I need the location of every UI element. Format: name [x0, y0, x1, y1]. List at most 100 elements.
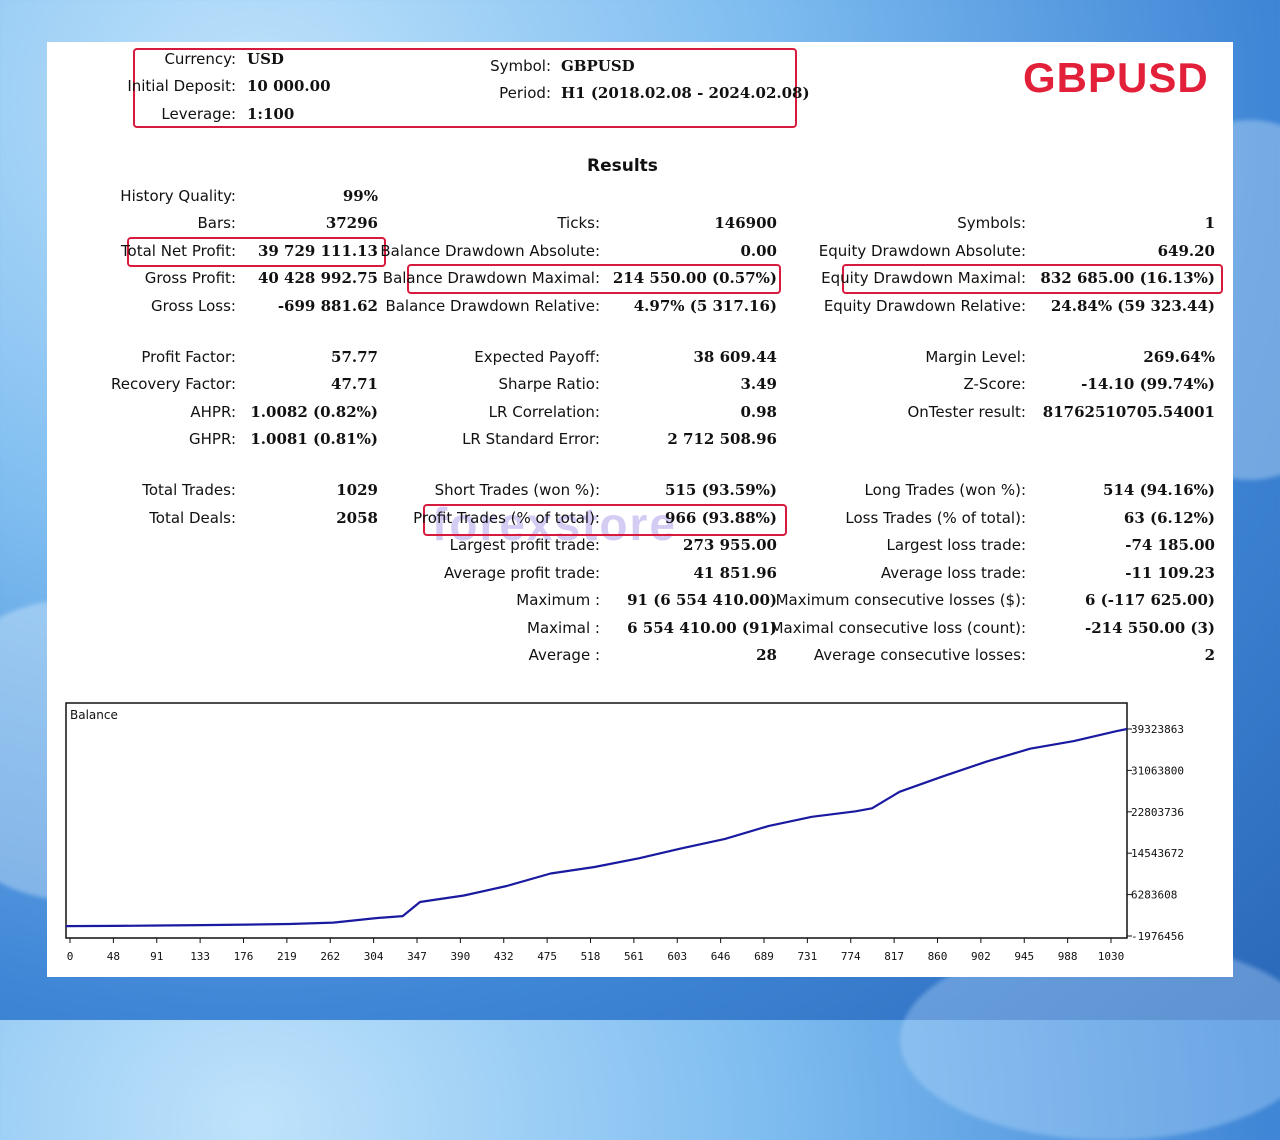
col3-label-2: Equity Drawdown Maximal: — [821, 269, 1026, 287]
y-tick-label-2: 22803736 — [1131, 806, 1184, 819]
x-tick-label-8: 347 — [407, 950, 427, 963]
x-tick-label-20: 860 — [928, 950, 948, 963]
y-tick-label-0: 39323863 — [1131, 723, 1184, 736]
x-tick-label-22: 945 — [1014, 950, 1034, 963]
chart-title: Balance — [70, 708, 118, 722]
x-tick-label-16: 689 — [754, 950, 774, 963]
col1-value-3: 40 428 992.75 — [257, 269, 378, 287]
col1-value-8: 1.0081 (0.81%) — [250, 430, 378, 448]
col1-label-5: Profit Factor: — [141, 348, 236, 366]
col3-label-12: Maximal consecutive loss (count): — [770, 619, 1026, 637]
col2-value-11: 41 851.96 — [693, 564, 777, 582]
period-value: H1 (2018.02.08 - 2024.02.08) — [561, 84, 810, 102]
col2-label-13: Maximal : — [527, 619, 600, 637]
col2-value-7: 2 712 508.96 — [667, 430, 777, 448]
col1-label-9: Total Trades: — [142, 481, 236, 499]
col3-label-0: Symbols: — [957, 214, 1026, 232]
col2-label-1: Balance Drawdown Absolute: — [380, 242, 600, 260]
col3-value-9: -74 185.00 — [1125, 536, 1215, 554]
col2-value-10: 273 955.00 — [683, 536, 777, 554]
currency-label: Currency: — [164, 50, 236, 68]
symbol-label: Symbol: — [490, 57, 551, 75]
x-tick-label-15: 646 — [711, 950, 731, 963]
balance-chart: Balance 39323863 31063800 22803736 14543672 6… — [65, 702, 1184, 963]
col1-label-10: Total Deals: — [149, 509, 236, 527]
x-tick-label-0: 0 — [67, 950, 74, 963]
col2-label-7: LR Standard Error: — [462, 430, 600, 448]
col3-value-6: 81762510705.54001 — [1042, 403, 1215, 421]
x-tick-label-19: 817 — [884, 950, 904, 963]
col1-value-6: 47.71 — [331, 375, 378, 393]
x-tick-label-17: 731 — [797, 950, 817, 963]
col2-label-4: Expected Payoff: — [474, 348, 600, 366]
col2-label-14: Average : — [528, 646, 600, 664]
x-tick-label-12: 518 — [581, 950, 601, 963]
col2-value-2: 214 550.00 (0.57%) — [612, 269, 777, 287]
report-panel: Currency: USD Initial Deposit: 10 000.00… — [47, 42, 1233, 977]
x-tick-label-23: 988 — [1058, 950, 1078, 963]
col3-label-7: Long Trades (won %): — [864, 481, 1026, 499]
col3-value-2: 832 685.00 (16.13%) — [1040, 269, 1215, 287]
col1-value-9: 1029 — [336, 481, 378, 499]
y-tick-label-5: -1976456 — [1131, 930, 1184, 943]
col3-label-3: Equity Drawdown Relative: — [823, 297, 1026, 315]
col2-value-4: 38 609.44 — [693, 348, 777, 366]
col3-label-8: Loss Trades (% of total): — [845, 509, 1026, 527]
col1-value-2: 39 729 111.13 — [257, 242, 378, 260]
col2-value-13: 6 554 410.00 (91) — [627, 619, 777, 637]
x-tick-label-5: 219 — [277, 950, 297, 963]
x-tick-label-1: 48 — [107, 950, 120, 963]
col2-label-10: Largest profit trade: — [449, 536, 600, 554]
col3-value-1: 649.20 — [1157, 242, 1215, 260]
col3-value-4: 269.64% — [1143, 348, 1215, 366]
col3-value-10: -11 109.23 — [1125, 564, 1215, 582]
col2-value-8: 515 (93.59%) — [665, 481, 777, 499]
col3-label-1: Equity Drawdown Absolute: — [818, 242, 1026, 260]
period-label: Period: — [499, 84, 551, 102]
col2-value-0: 146900 — [714, 214, 777, 232]
col3-value-13: 2 — [1204, 646, 1215, 664]
col2-label-8: Short Trades (won %): — [434, 481, 600, 499]
x-tick-label-21: 902 — [971, 950, 991, 963]
x-tick-label-11: 475 — [537, 950, 557, 963]
col3-value-3: 24.84% (59 323.44) — [1050, 297, 1215, 315]
y-tick-label-1: 31063800 — [1131, 764, 1184, 777]
col2-label-0: Ticks: — [557, 214, 600, 232]
leverage-value: 1:100 — [247, 105, 295, 123]
col2-label-3: Balance Drawdown Relative: — [385, 297, 600, 315]
col3-label-5: Z-Score: — [963, 375, 1027, 393]
col2-value-3: 4.97% (5 317.16) — [633, 297, 777, 315]
col1-value-5: 57.77 — [331, 348, 378, 366]
col2-value-14: 28 — [756, 646, 777, 664]
col2-label-5: Sharpe Ratio: — [498, 375, 600, 393]
y-tick-label-4: 6283608 — [1131, 889, 1177, 902]
col2-label-9: Profit Trades (% of total): — [413, 509, 600, 527]
x-tick-label-4: 176 — [234, 950, 254, 963]
x-tick-label-24: 1030 — [1098, 950, 1125, 963]
x-tick-label-6: 262 — [320, 950, 340, 963]
col3-value-11: 6 (-117 625.00) — [1084, 591, 1215, 609]
x-tick-label-2: 91 — [150, 950, 163, 963]
col2-value-5: 3.49 — [740, 375, 777, 393]
col2-value-6: 0.98 — [740, 403, 777, 421]
leverage-label: Leverage: — [161, 105, 236, 123]
symbol-title: GBPUSD — [1023, 54, 1209, 101]
col2-value-9: 966 (93.88%) — [665, 509, 777, 527]
col1-label-7: AHPR: — [190, 403, 236, 421]
col2-label-6: LR Correlation: — [488, 403, 600, 421]
col1-label-3: Gross Profit: — [144, 269, 236, 287]
col3-value-7: 514 (94.16%) — [1103, 481, 1215, 499]
x-tick-label-18: 774 — [841, 950, 861, 963]
x-tick-label-14: 603 — [667, 950, 687, 963]
col3-label-10: Average loss trade: — [880, 564, 1026, 582]
col1-label-6: Recovery Factor: — [110, 375, 236, 393]
x-tick-label-10: 432 — [494, 950, 514, 963]
col1-value-1: 37296 — [325, 214, 378, 232]
col2-label-11: Average profit trade: — [443, 564, 600, 582]
col3-label-13: Average consecutive losses: — [813, 646, 1026, 664]
col1-label-1: Bars: — [197, 214, 236, 232]
x-tick-label-7: 304 — [364, 950, 384, 963]
col1-label-0: History Quality: — [120, 187, 236, 205]
col2-label-12: Maximum : — [516, 591, 600, 609]
col3-label-4: Margin Level: — [925, 348, 1026, 366]
